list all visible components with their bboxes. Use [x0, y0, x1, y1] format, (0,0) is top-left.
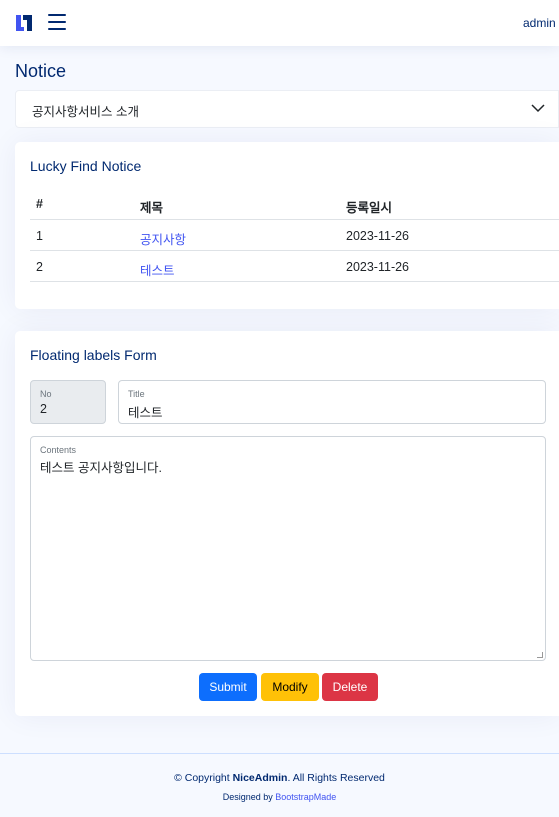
notice-form-card: Floating labels Form No 2 Title 테스트 Cont…: [15, 331, 559, 716]
table-row: 1 공지사항 2023-11-26: [30, 220, 559, 251]
designed-by-label: Designed by: [222, 792, 276, 802]
contents-textarea[interactable]: Contents 테스트 공지사항입니다.: [30, 436, 546, 661]
page-title: Notice: [15, 61, 67, 81]
niceadmin-logo-icon[interactable]: [14, 13, 34, 33]
copyright-prefix: © Copyright: [174, 772, 233, 784]
notice-intro-accordion[interactable]: 공지사항서비스 소개: [15, 90, 559, 128]
copyright-suffix: . All Rights Reserved: [287, 772, 385, 784]
delete-button[interactable]: Delete: [322, 673, 378, 701]
modify-button[interactable]: Modify: [261, 673, 319, 701]
card-title: Lucky Find Notice: [30, 158, 142, 174]
row-date: 2023-11-26: [346, 229, 410, 243]
column-header-number: #: [36, 197, 43, 211]
footer-copyright: © Copyright NiceAdmin. All Rights Reserv…: [0, 772, 559, 784]
contents-textarea-label: Contents: [40, 445, 77, 455]
notice-title-link[interactable]: 테스트: [140, 260, 175, 279]
notice-list-card: Lucky Find Notice # 제목 등록일시 1 공지사항 2023-…: [15, 142, 559, 309]
row-date: 2023-11-26: [346, 260, 410, 274]
notice-title-link[interactable]: 공지사항: [140, 229, 186, 248]
title-input-value: 테스트: [128, 406, 163, 420]
accordion-label: 공지사항서비스 소개: [32, 105, 139, 119]
hamburger-menu-icon[interactable]: [48, 14, 66, 30]
page-footer: © Copyright NiceAdmin. All Rights Reserv…: [0, 753, 559, 817]
brand-name: NiceAdmin: [232, 772, 288, 784]
designer-link[interactable]: BootstrapMade: [275, 792, 336, 802]
resize-handle-icon[interactable]: [537, 652, 543, 658]
row-number: 2: [36, 260, 43, 274]
row-number: 1: [36, 229, 43, 243]
top-header: admin: [0, 0, 559, 46]
footer-credit: Designed by BootstrapMade: [0, 792, 559, 802]
card-title: Floating labels Form: [30, 347, 157, 363]
no-field-value: 2: [40, 402, 47, 416]
no-field: No 2: [30, 380, 106, 424]
title-input[interactable]: Title 테스트: [118, 380, 546, 424]
chevron-down-icon: [531, 104, 545, 113]
column-header-title: 제목: [140, 201, 164, 215]
table-row: 2 테스트 2023-11-26: [30, 251, 559, 282]
contents-textarea-value: 테스트 공지사항입니다.: [40, 461, 162, 475]
submit-button[interactable]: Submit: [199, 673, 257, 701]
no-field-label: No: [40, 389, 52, 399]
column-header-date: 등록일시: [346, 201, 393, 215]
table-header-row: # 제목 등록일시: [30, 186, 559, 220]
user-profile-name[interactable]: admin: [523, 16, 556, 30]
title-input-label: Title: [128, 389, 145, 399]
notice-table: # 제목 등록일시 1 공지사항 2023-11-26 2 테스트 2023-1…: [30, 186, 559, 282]
